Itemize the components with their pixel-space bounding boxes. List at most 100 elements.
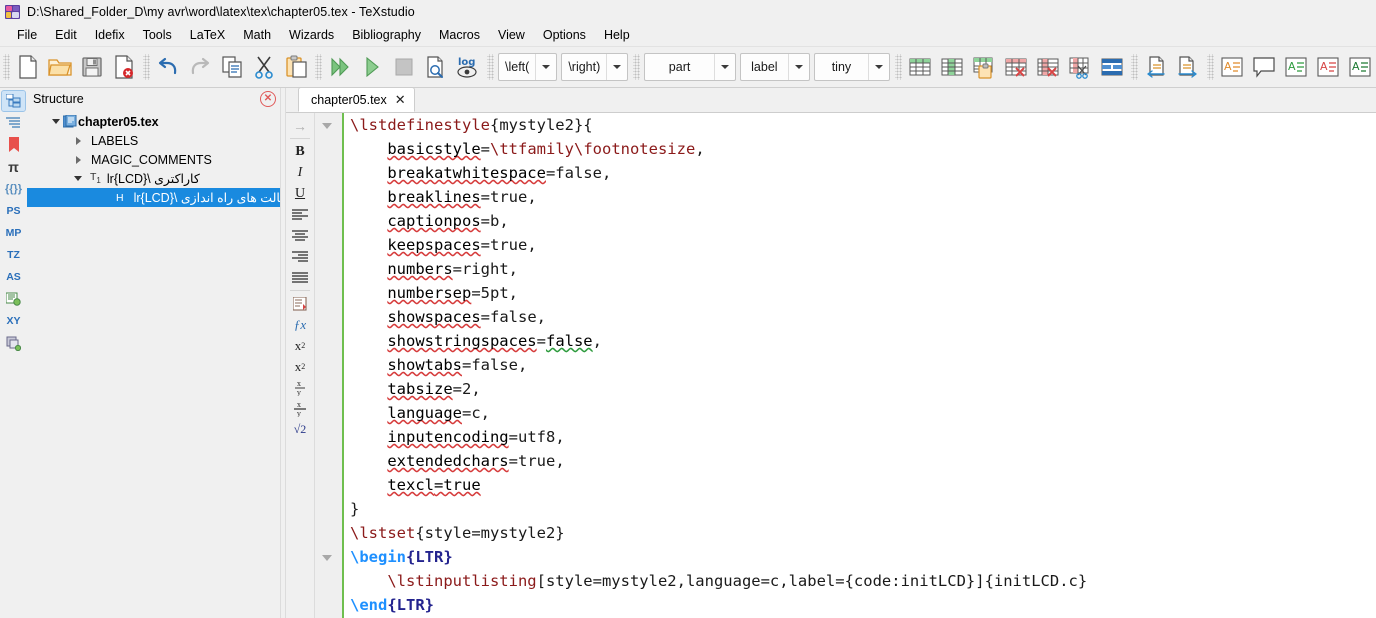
insert-arrow-icon[interactable]: → bbox=[289, 115, 311, 136]
tree-item-magic-comments[interactable]: MAGIC_COMMENTS bbox=[27, 150, 280, 169]
view-log-icon[interactable]: log bbox=[452, 51, 484, 83]
align-right-icon[interactable] bbox=[289, 246, 311, 267]
code-editor[interactable]: \lstdefinestyle{mystyle2}{ basicstyle=\t… bbox=[344, 113, 1376, 618]
fold-marker[interactable] bbox=[322, 123, 332, 129]
new-file-icon[interactable] bbox=[12, 51, 44, 83]
paste-table-icon[interactable] bbox=[968, 51, 1000, 83]
symbol-favorites-icon[interactable] bbox=[2, 289, 25, 309]
subscript-icon[interactable]: x2 bbox=[289, 335, 311, 356]
list-view-icon[interactable] bbox=[2, 113, 25, 133]
toolbar-grip-annot[interactable] bbox=[1207, 54, 1214, 80]
view-pdf-icon[interactable] bbox=[420, 51, 452, 83]
tz-icon[interactable]: TZ bbox=[2, 245, 25, 265]
tree-item-labels[interactable]: LABELS bbox=[27, 131, 280, 150]
chevron-down-icon[interactable] bbox=[606, 54, 627, 80]
cut-table-icon[interactable] bbox=[1064, 51, 1096, 83]
tree-item-section-lcd-character[interactable]: T1 کاراکتری \lr{LCD} bbox=[27, 169, 280, 188]
next-document-icon[interactable] bbox=[1172, 51, 1204, 83]
fold-marker[interactable] bbox=[322, 555, 332, 561]
close-icon[interactable]: ✕ bbox=[395, 93, 406, 106]
paste-icon[interactable] bbox=[280, 51, 312, 83]
menu-latex[interactable]: LaTeX bbox=[181, 26, 234, 44]
menu-idefix[interactable]: Idefix bbox=[86, 26, 134, 44]
tree-item-chapter05[interactable]: chapter05.tex bbox=[27, 112, 280, 131]
toolbar-grip-edit[interactable] bbox=[143, 54, 150, 80]
toolbar-grip-doc[interactable] bbox=[1131, 54, 1138, 80]
menu-options[interactable]: Options bbox=[534, 26, 595, 44]
left-delimiter-combo[interactable]: \left( bbox=[498, 53, 557, 81]
menu-macros[interactable]: Macros bbox=[430, 26, 489, 44]
menu-edit[interactable]: Edit bbox=[46, 26, 86, 44]
braces-icon[interactable]: {{}} bbox=[2, 179, 25, 199]
as-icon[interactable]: AS bbox=[2, 267, 25, 287]
highlight-green-icon[interactable]: A bbox=[1280, 51, 1312, 83]
menu-math[interactable]: Math bbox=[234, 26, 280, 44]
symbol-most-used-icon[interactable] bbox=[2, 333, 25, 353]
undo-icon[interactable] bbox=[152, 51, 184, 83]
comment-icon[interactable] bbox=[1248, 51, 1280, 83]
ps-icon[interactable]: PS bbox=[2, 201, 25, 221]
chevron-right-icon[interactable] bbox=[71, 156, 85, 164]
pi-symbols-icon[interactable]: π bbox=[2, 157, 25, 177]
align-justify-icon[interactable] bbox=[289, 267, 311, 288]
bookmark-icon[interactable] bbox=[2, 135, 25, 155]
tree-item-section-lcd-modes[interactable]: H حالت های راه اندازی \lr{LCD} bbox=[27, 188, 280, 207]
dfraction-icon[interactable]: xy bbox=[289, 398, 311, 419]
xy-icon[interactable]: XY bbox=[2, 311, 25, 331]
chevron-down-icon[interactable] bbox=[714, 54, 735, 80]
table-format-icon[interactable] bbox=[1096, 51, 1128, 83]
structure-view-icon[interactable] bbox=[2, 91, 25, 111]
editor-gutter[interactable] bbox=[315, 113, 344, 618]
insert-table-icon[interactable] bbox=[904, 51, 936, 83]
italic-icon[interactable]: I bbox=[289, 162, 311, 183]
chevron-right-icon[interactable] bbox=[71, 137, 85, 145]
menu-help[interactable]: Help bbox=[595, 26, 639, 44]
highlight-orange-icon[interactable]: A bbox=[1216, 51, 1248, 83]
mp-icon[interactable]: MP bbox=[2, 223, 25, 243]
toolbar-grip-math[interactable] bbox=[487, 54, 494, 80]
toolbar-grip-struct[interactable] bbox=[633, 54, 640, 80]
align-center-icon[interactable] bbox=[289, 225, 311, 246]
open-folder-icon[interactable] bbox=[44, 51, 76, 83]
tab-chapter05[interactable]: chapter05.tex ✕ bbox=[298, 87, 415, 112]
menu-tools[interactable]: Tools bbox=[134, 26, 181, 44]
cut-icon[interactable] bbox=[248, 51, 280, 83]
toolbar-grip-table[interactable] bbox=[895, 54, 902, 80]
chevron-down-icon[interactable] bbox=[788, 54, 809, 80]
menu-wizards[interactable]: Wizards bbox=[280, 26, 343, 44]
chevron-down-icon[interactable] bbox=[71, 176, 85, 181]
right-delimiter-combo[interactable]: \right) bbox=[561, 53, 628, 81]
chevron-down-icon[interactable] bbox=[49, 119, 63, 124]
fraction-icon[interactable]: xy bbox=[289, 377, 311, 398]
close-icon[interactable]: ✕ bbox=[260, 91, 276, 107]
align-left-icon[interactable] bbox=[289, 204, 311, 225]
redo-icon[interactable] bbox=[184, 51, 216, 83]
section-level-combo[interactable]: part bbox=[644, 53, 736, 81]
label-combo[interactable]: label bbox=[740, 53, 810, 81]
menu-view[interactable]: View bbox=[489, 26, 534, 44]
delete-row-icon[interactable] bbox=[1000, 51, 1032, 83]
bold-icon[interactable]: B bbox=[289, 141, 311, 162]
highlight-red-icon[interactable]: A bbox=[1312, 51, 1344, 83]
underline-icon[interactable]: U bbox=[289, 183, 311, 204]
save-icon[interactable] bbox=[76, 51, 108, 83]
function-icon[interactable]: ƒx bbox=[289, 314, 311, 335]
close-file-icon[interactable] bbox=[108, 51, 140, 83]
copy-icon[interactable] bbox=[216, 51, 248, 83]
menu-bibliography[interactable]: Bibliography bbox=[343, 26, 430, 44]
delete-column-icon[interactable] bbox=[1032, 51, 1064, 83]
superscript-icon[interactable]: x2 bbox=[289, 356, 311, 377]
highlight-darkgreen-icon[interactable]: A bbox=[1344, 51, 1376, 83]
menu-file[interactable]: File bbox=[8, 26, 46, 44]
previous-document-icon[interactable] bbox=[1140, 51, 1172, 83]
toolbar-grip-build[interactable] bbox=[315, 54, 322, 80]
sqrt-icon[interactable]: √2 bbox=[289, 419, 311, 440]
font-size-combo[interactable]: tiny bbox=[814, 53, 890, 81]
chevron-down-icon[interactable] bbox=[535, 54, 556, 80]
chevron-down-icon[interactable] bbox=[868, 54, 889, 80]
compile-icon[interactable] bbox=[356, 51, 388, 83]
stop-icon[interactable] bbox=[388, 51, 420, 83]
toolbar-grip[interactable] bbox=[3, 54, 10, 80]
table-grid-icon[interactable] bbox=[936, 51, 968, 83]
insert-list-icon[interactable] bbox=[289, 293, 311, 314]
